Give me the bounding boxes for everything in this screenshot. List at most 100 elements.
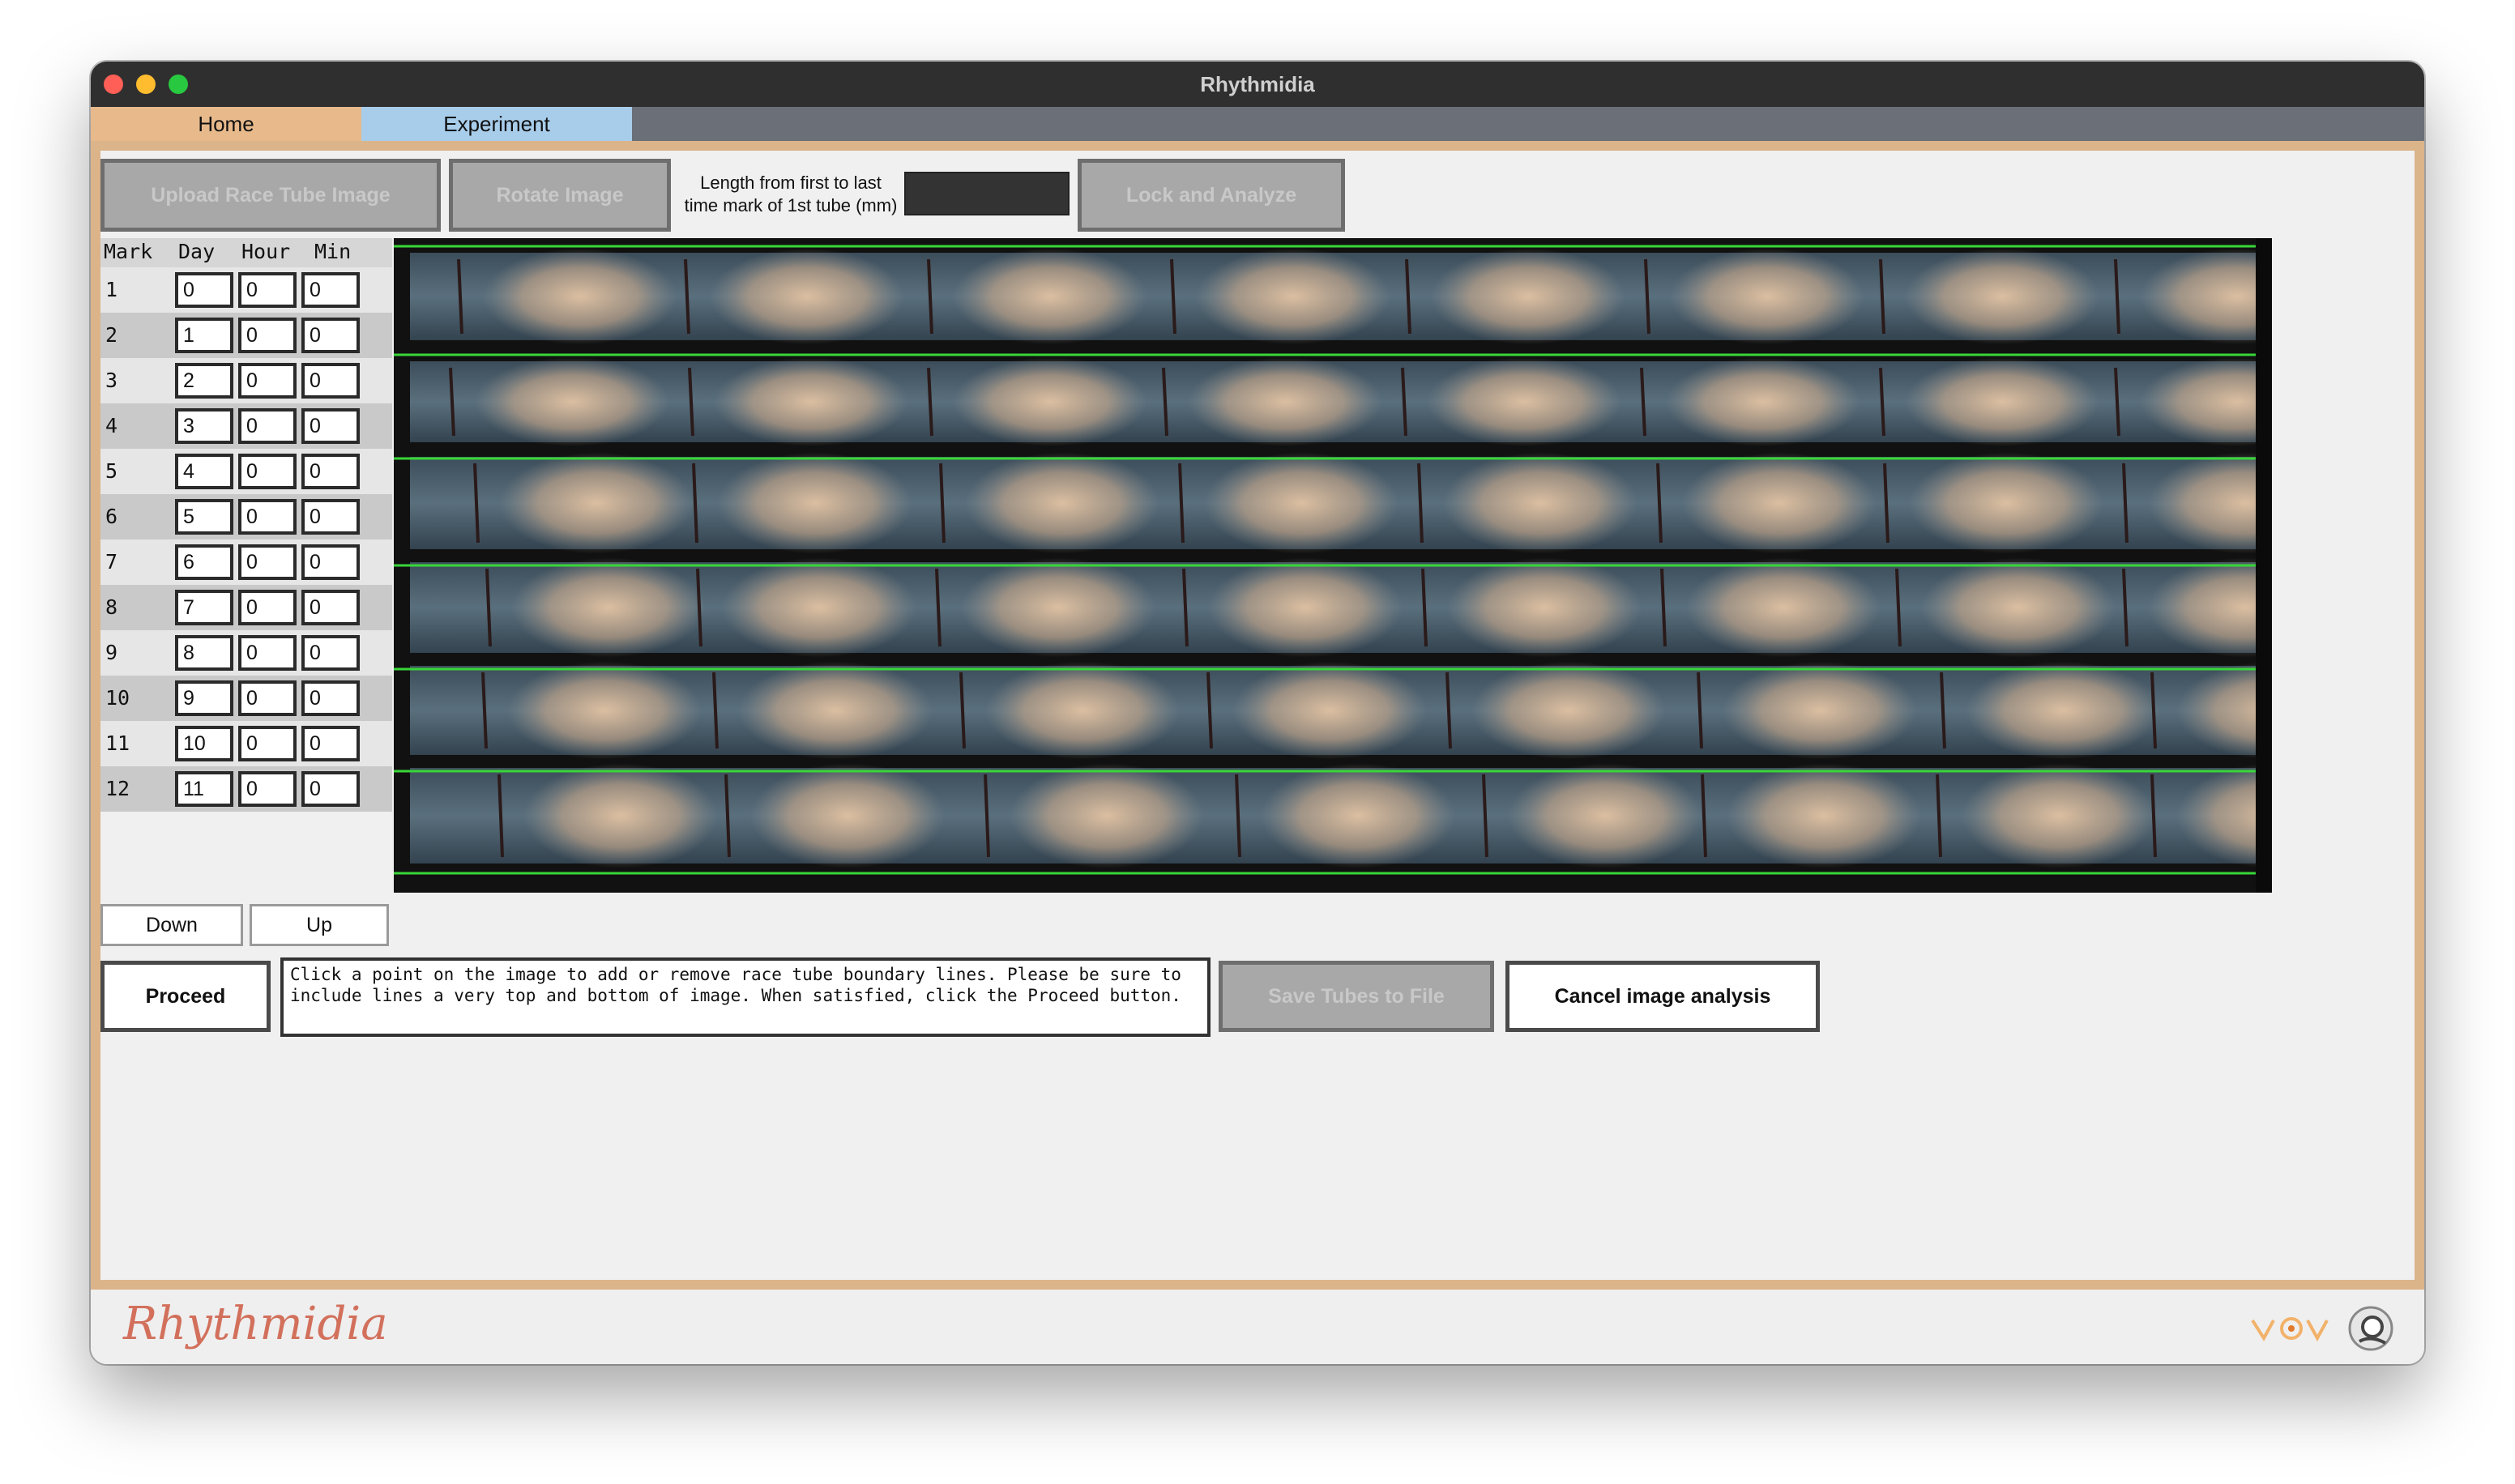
hour-input[interactable]: 0 [238, 680, 297, 716]
conidial-band [1508, 763, 1702, 868]
lock-and-analyze-button[interactable]: Lock and Analyze [1078, 159, 1345, 232]
conidial-band [1727, 763, 1921, 868]
conidial-band [1909, 452, 2103, 554]
min-input[interactable]: 0 [301, 272, 360, 308]
app-window: Rhythmidia Home Experiment Upload Race T… [91, 62, 2424, 1364]
min-input[interactable]: 0 [301, 726, 360, 761]
table-row: 5400 [100, 449, 392, 494]
mark-number: 6 [105, 505, 118, 528]
tab-home[interactable]: Home [91, 107, 361, 141]
conidial-band [1261, 763, 1455, 868]
mark-number: 4 [105, 414, 118, 437]
table-row: 3200 [100, 358, 392, 403]
header-hour: Hour [241, 240, 291, 263]
hour-input[interactable]: 0 [238, 318, 297, 353]
conidial-band [1427, 357, 1621, 446]
min-input[interactable]: 0 [301, 771, 360, 807]
table-row: 4300 [100, 403, 392, 449]
conidial-band [1905, 248, 2099, 345]
upload-race-tube-image-button[interactable]: Upload Race Tube Image [100, 159, 441, 232]
min-input[interactable]: 0 [301, 590, 360, 625]
header-day: Day [178, 240, 216, 263]
race-tube-image-canvas[interactable] [394, 238, 2371, 893]
min-input[interactable]: 0 [301, 363, 360, 399]
min-input[interactable]: 0 [301, 408, 360, 444]
lab-logo-icon [2251, 1306, 2393, 1351]
proceed-button[interactable]: Proceed [100, 961, 271, 1032]
conidial-band [714, 357, 908, 446]
rhythmidia-logo: Rhythmidia [123, 1298, 388, 1350]
table-row: 6500 [100, 494, 392, 539]
race-tube-image[interactable] [394, 238, 2371, 893]
mark-number: 8 [105, 595, 118, 619]
header-mark: Mark [104, 240, 153, 263]
day-input[interactable]: 0 [175, 272, 233, 308]
length-label: Length from first to last time mark of 1… [677, 172, 904, 217]
table-row: 2100 [100, 313, 392, 358]
day-input[interactable]: 9 [175, 680, 233, 716]
image-right-edge [2256, 238, 2272, 893]
conidial-band [718, 452, 912, 554]
conidial-band [710, 248, 904, 345]
min-input[interactable]: 0 [301, 635, 360, 671]
conidial-band [1686, 557, 1881, 658]
tab-experiment[interactable]: Experiment [361, 107, 632, 141]
hour-input[interactable]: 0 [238, 771, 297, 807]
up-button[interactable]: Up [250, 904, 389, 946]
race-tube [410, 557, 2342, 658]
save-tubes-to-file-button[interactable]: Save Tubes to File [1219, 961, 1494, 1032]
mark-number: 1 [105, 278, 118, 301]
day-input[interactable]: 3 [175, 408, 233, 444]
mark-number: 7 [105, 550, 118, 574]
hour-input[interactable]: 0 [238, 635, 297, 671]
conidial-band [1208, 557, 1403, 658]
min-input[interactable]: 0 [301, 544, 360, 580]
min-input[interactable]: 0 [301, 318, 360, 353]
conidial-band [511, 557, 706, 658]
conidial-band [1682, 452, 1877, 554]
hour-input[interactable]: 0 [238, 544, 297, 580]
conidial-band [499, 452, 694, 554]
day-input[interactable]: 10 [175, 726, 233, 761]
day-input[interactable]: 8 [175, 635, 233, 671]
day-input[interactable]: 7 [175, 590, 233, 625]
table-row: 10 9 0 0 [100, 676, 392, 721]
min-input[interactable]: 0 [301, 454, 360, 489]
hour-input[interactable]: 0 [238, 363, 297, 399]
conidial-band [1204, 452, 1398, 554]
day-input[interactable]: 5 [175, 499, 233, 535]
conidial-band [953, 248, 1147, 345]
day-input[interactable]: 2 [175, 363, 233, 399]
conidial-band [953, 357, 1147, 446]
conidial-band [985, 661, 1180, 760]
hour-input[interactable]: 0 [238, 726, 297, 761]
day-input[interactable]: 11 [175, 771, 233, 807]
day-input[interactable]: 4 [175, 454, 233, 489]
length-input[interactable] [904, 172, 1070, 215]
main-panel: Upload Race Tube Image Rotate Image Leng… [100, 151, 2415, 1280]
table-row: 11 10 0 0 [100, 721, 392, 766]
rotate-image-button[interactable]: Rotate Image [449, 159, 671, 232]
conidial-band [475, 357, 669, 446]
window-title: Rhythmidia [1200, 72, 1315, 96]
conidial-band [1196, 248, 1390, 345]
conidial-band [1471, 661, 1666, 760]
cancel-image-analysis-button[interactable]: Cancel image analysis [1505, 961, 1820, 1032]
down-button[interactable]: Down [100, 904, 243, 946]
header-min: Min [314, 240, 352, 263]
table-header: Mark Day Hour Min [100, 238, 392, 267]
min-input[interactable]: 0 [301, 499, 360, 535]
min-input[interactable]: 0 [301, 680, 360, 716]
hour-input[interactable]: 0 [238, 272, 297, 308]
hour-input[interactable]: 0 [238, 408, 297, 444]
mark-number: 12 [105, 777, 130, 800]
conidial-band [1447, 557, 1642, 658]
day-input[interactable]: 1 [175, 318, 233, 353]
hour-input[interactable]: 0 [238, 499, 297, 535]
mark-number: 2 [105, 323, 118, 347]
hour-input[interactable]: 0 [238, 590, 297, 625]
conidial-band [1966, 661, 2160, 760]
conidial-band [1431, 248, 1625, 345]
hour-input[interactable]: 0 [238, 454, 297, 489]
day-input[interactable]: 6 [175, 544, 233, 580]
